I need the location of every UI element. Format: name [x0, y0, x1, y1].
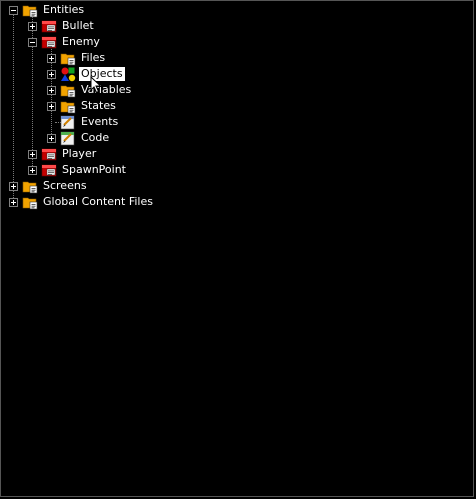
tree-node-files[interactable]: Files [47, 50, 107, 66]
code-icon [60, 130, 76, 146]
entity-icon [41, 18, 57, 34]
tree-node-screens[interactable]: Screens [9, 178, 89, 194]
tree-node-label[interactable]: Entities [41, 3, 86, 17]
expand-toggle[interactable] [47, 85, 56, 95]
collapse-toggle[interactable] [28, 37, 37, 47]
tree-node-label[interactable]: Events [79, 115, 120, 129]
folder-icon [60, 82, 76, 98]
tree-node-label[interactable]: SpawnPoint [60, 163, 128, 177]
tree-node-code[interactable]: Code [47, 130, 111, 146]
mouse-cursor-icon [90, 76, 102, 94]
folder-icon [60, 50, 76, 66]
tree-node-bullet[interactable]: Bullet [28, 18, 96, 34]
tree-node-player[interactable]: Player [28, 146, 98, 162]
entity-icon [41, 34, 57, 50]
expand-toggle[interactable] [28, 149, 37, 159]
tree-node-label[interactable]: States [79, 99, 118, 113]
tree-node-states[interactable]: States [47, 98, 118, 114]
expand-toggle[interactable] [9, 181, 18, 191]
expand-toggle[interactable] [47, 101, 56, 111]
entity-icon [41, 162, 57, 178]
project-tree-view[interactable]: Entities Bullet Enemy Files Objects Vari… [0, 0, 476, 499]
folder-icon [22, 194, 38, 210]
folder-icon [60, 98, 76, 114]
folder-icon [22, 178, 38, 194]
entity-icon [41, 146, 57, 162]
collapse-toggle[interactable] [9, 5, 18, 15]
expand-toggle[interactable] [47, 133, 56, 143]
tree-node-objects[interactable]: Objects [47, 66, 125, 82]
tree-node-events[interactable]: Events [47, 114, 120, 130]
tree-node-label[interactable]: Files [79, 51, 107, 65]
folder-icon [22, 2, 38, 18]
tree-node-label[interactable]: Enemy [60, 35, 102, 49]
tree-connector [13, 15, 15, 202]
tree-node-label[interactable]: Player [60, 147, 98, 161]
expand-toggle[interactable] [28, 21, 37, 31]
tree-node-enemy[interactable]: Enemy [28, 34, 102, 50]
objects-icon [60, 66, 76, 82]
tree-node-global-content-files[interactable]: Global Content Files [9, 194, 155, 210]
tree-node-label[interactable]: Screens [41, 179, 89, 193]
tree-node-label[interactable]: Code [79, 131, 111, 145]
tree-node-entities[interactable]: Entities [9, 2, 86, 18]
expand-toggle[interactable] [9, 197, 18, 207]
expand-toggle[interactable] [47, 53, 56, 63]
expand-toggle[interactable] [47, 69, 56, 79]
tree-node-label[interactable]: Bullet [60, 19, 96, 33]
tree-node-label[interactable]: Global Content Files [41, 195, 155, 209]
expand-toggle[interactable] [28, 165, 37, 175]
events-icon [60, 114, 76, 130]
tree-node-label[interactable]: Variables [79, 83, 133, 97]
tree-node-spawnpoint[interactable]: SpawnPoint [28, 162, 128, 178]
